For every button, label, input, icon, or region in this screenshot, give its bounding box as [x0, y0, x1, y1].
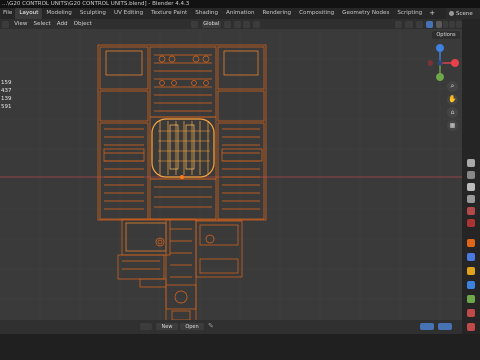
- overlay-toggle[interactable]: [415, 20, 423, 28]
- world-tab-icon[interactable]: [467, 219, 475, 227]
- shading-wireframe[interactable]: [435, 20, 442, 28]
- stat-value: 591: [1, 104, 12, 110]
- viewport-menu-item[interactable]: View: [11, 19, 30, 29]
- workspace-tab[interactable]: Modeling: [42, 8, 75, 19]
- zoom-icon[interactable]: ⌕: [447, 81, 458, 92]
- floor-grid: [0, 29, 462, 320]
- orientation-label: Global: [203, 21, 220, 27]
- new-button[interactable]: New: [156, 323, 178, 330]
- orientation-dropdown[interactable]: Global: [201, 20, 221, 28]
- particles-tab-icon[interactable]: [467, 267, 475, 275]
- x-axis-icon: [451, 59, 459, 67]
- camera-icon[interactable]: ⌂: [447, 107, 458, 118]
- workspace-tab[interactable]: Geometry Nodes: [338, 8, 393, 19]
- constraints-tab-icon[interactable]: [467, 295, 475, 303]
- viewport-menu-item[interactable]: Add: [54, 19, 71, 29]
- proportional-edit-toggle[interactable]: [253, 20, 261, 28]
- gizmo-toggle[interactable]: [405, 20, 413, 28]
- options-label: Options: [436, 32, 456, 38]
- scene-tab-icon[interactable]: [467, 207, 475, 215]
- output-tab-icon[interactable]: [467, 183, 475, 191]
- grid-icon[interactable]: ▦: [447, 120, 458, 131]
- object-tab-icon[interactable]: [467, 239, 475, 247]
- window-title: ...\G20 CONTROL UNITS\G20 CONTROL UNITS.…: [0, 0, 480, 8]
- editor-type-button[interactable]: [140, 323, 152, 330]
- scene-label: Scene: [456, 10, 473, 17]
- new-label: New: [161, 323, 173, 330]
- file-menu[interactable]: File: [0, 8, 15, 19]
- workspace-tab[interactable]: Layout: [15, 8, 43, 19]
- hand-icon[interactable]: ✋: [447, 94, 458, 105]
- open-label: Open: [185, 323, 199, 330]
- viewport-menu-item[interactable]: Object: [71, 19, 95, 29]
- shading-solid[interactable]: [442, 20, 449, 28]
- scene-icon: [449, 11, 454, 16]
- xray-toggle[interactable]: [425, 20, 433, 28]
- z-axis-icon: [436, 44, 444, 52]
- stat-value: 139: [1, 96, 12, 102]
- stat-value: 437: [1, 88, 12, 94]
- add-workspace-button[interactable]: +: [426, 8, 438, 19]
- scene-selector[interactable]: Scene: [446, 8, 480, 19]
- properties-tab-strip: [462, 19, 480, 334]
- workspace-tab[interactable]: Shading: [191, 8, 222, 19]
- 3d-viewport[interactable]: 159 437 139 591 Options ⌕ ✋ ⌂ ▦: [0, 29, 462, 320]
- workspace-tab[interactable]: Sculpting: [76, 8, 110, 19]
- view-toggle[interactable]: [420, 323, 434, 330]
- workspace-bar: File Layout Modeling Sculpting UV Editing Te…: [0, 8, 480, 19]
- control-units-model: [97, 44, 267, 320]
- workspace-tab[interactable]: Animation: [222, 8, 259, 19]
- status-bar: [0, 334, 480, 360]
- tool-tab-icon[interactable]: [467, 159, 475, 167]
- object-mode-dropdown[interactable]: [190, 20, 198, 28]
- render-tab-icon[interactable]: [467, 171, 475, 179]
- shading-material[interactable]: [449, 20, 456, 28]
- snap-dropdown[interactable]: [242, 20, 251, 28]
- view-layer-tab-icon[interactable]: [467, 195, 475, 203]
- modifier-tab-icon[interactable]: [467, 253, 475, 261]
- open-button[interactable]: Open: [180, 323, 204, 330]
- viewport-menus: View Select Add Object: [11, 19, 95, 29]
- workspace-tab[interactable]: Rendering: [259, 8, 296, 19]
- snap-toggle[interactable]: [233, 20, 241, 28]
- workspace-tabs: Layout Modeling Sculpting UV Editing Texture…: [15, 8, 426, 19]
- pivot-dropdown[interactable]: [223, 20, 231, 28]
- data-tab-icon[interactable]: [467, 309, 475, 317]
- viewport-canvas: [0, 29, 462, 320]
- visibility-dropdown[interactable]: [395, 20, 403, 28]
- viewport-footer: New Open ✎: [0, 320, 462, 334]
- workspace-tab[interactable]: Compositing: [295, 8, 338, 19]
- object-origin: [180, 175, 184, 179]
- stat-value: 159: [1, 80, 12, 86]
- options-dropdown[interactable]: Options: [432, 31, 460, 39]
- scene-statistics: 159 437 139 591: [1, 79, 12, 111]
- material-tab-icon[interactable]: [467, 323, 475, 331]
- workspace-tab[interactable]: Scripting: [393, 8, 426, 19]
- workspace-tab[interactable]: UV Editing: [110, 8, 147, 19]
- pin-icon[interactable]: ✎: [208, 322, 214, 330]
- overlay-toggle[interactable]: [438, 323, 452, 330]
- viewport-header: View Select Add Object Global: [0, 19, 462, 29]
- viewport-menu-item[interactable]: Select: [30, 19, 53, 29]
- y-axis-icon: [436, 73, 444, 81]
- editor-type-button[interactable]: [2, 20, 10, 28]
- physics-tab-icon[interactable]: [467, 281, 475, 289]
- workspace-tab[interactable]: Texture Paint: [147, 8, 191, 19]
